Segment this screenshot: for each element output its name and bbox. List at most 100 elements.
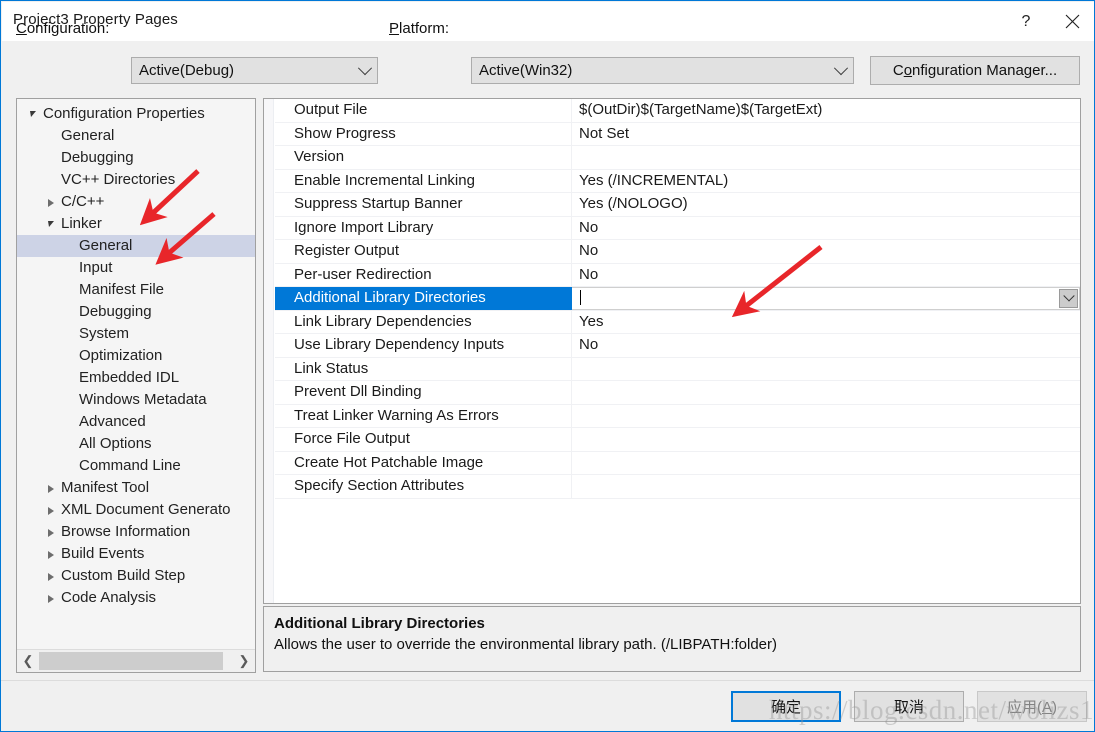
scrollbar-thumb[interactable] bbox=[39, 652, 223, 670]
property-name: Prevent Dll Binding bbox=[275, 381, 572, 404]
tree-item[interactable]: Optimization bbox=[17, 345, 255, 367]
property-row[interactable]: Prevent Dll Binding bbox=[275, 381, 1080, 405]
chevron-right-icon[interactable] bbox=[43, 521, 59, 543]
property-value bbox=[572, 452, 1080, 475]
property-row[interactable]: Link Library Dependencies Yes bbox=[275, 310, 1080, 334]
platform-value: Active(Win32) bbox=[479, 62, 573, 79]
properties-tree[interactable]: Configuration Properties General Debugging… bbox=[17, 103, 255, 649]
property-value bbox=[572, 405, 1080, 428]
description-title: Additional Library Directories bbox=[274, 615, 485, 632]
tree-item-label: Browse Information bbox=[61, 523, 191, 540]
property-name: Suppress Startup Banner bbox=[275, 193, 572, 216]
property-row[interactable]: Force File Output bbox=[275, 428, 1080, 452]
tree-item[interactable]: VC++ Directories bbox=[17, 169, 255, 191]
tree-item[interactable]: System bbox=[17, 323, 255, 345]
property-name: Version bbox=[275, 146, 572, 169]
tree-item[interactable]: Manifest File bbox=[17, 279, 255, 301]
tree-item-label: Configuration Properties bbox=[43, 105, 205, 122]
property-value-input[interactable] bbox=[572, 287, 1080, 310]
configuration-select[interactable]: Active(Debug) bbox=[131, 57, 378, 84]
tree-item[interactable]: Windows Metadata bbox=[17, 389, 255, 411]
chevron-down-icon[interactable] bbox=[25, 103, 41, 125]
property-name: Ignore Import Library bbox=[275, 216, 572, 239]
property-name: Additional Library Directories bbox=[275, 287, 572, 310]
property-row[interactable]: Per-user Redirection No bbox=[275, 263, 1080, 287]
tree-horizontal-scrollbar[interactable]: ❮ ❯ bbox=[17, 649, 255, 672]
property-row[interactable]: Ignore Import Library No bbox=[275, 216, 1080, 240]
property-row[interactable]: Additional Library Directories bbox=[275, 287, 1080, 311]
property-row[interactable]: Specify Section Attributes bbox=[275, 475, 1080, 499]
property-row[interactable]: Enable Incremental Linking Yes (/INCREMEN… bbox=[275, 169, 1080, 193]
property-row[interactable]: Output File $(OutDir)$(TargetName)$(Targe… bbox=[275, 99, 1080, 123]
configuration-value: Active(Debug) bbox=[139, 62, 235, 79]
tree-item-label: Debugging bbox=[79, 303, 152, 320]
scrollbar-track[interactable] bbox=[39, 650, 233, 672]
property-row[interactable]: Create Hot Patchable Image bbox=[275, 451, 1080, 475]
property-name: Link Status bbox=[275, 357, 572, 380]
tree-item[interactable]: Custom Build Step bbox=[17, 565, 255, 587]
chevron-right-icon[interactable] bbox=[43, 565, 59, 587]
property-row[interactable]: Link Status bbox=[275, 357, 1080, 381]
property-name: Treat Linker Warning As Errors bbox=[275, 404, 572, 427]
property-name: Per-user Redirection bbox=[275, 263, 572, 286]
property-row[interactable]: Treat Linker Warning As Errors bbox=[275, 404, 1080, 428]
tree-item-label: C/C++ bbox=[61, 193, 105, 210]
chevron-right-icon[interactable]: ❯ bbox=[233, 650, 255, 672]
tree-item-label: General bbox=[61, 127, 115, 144]
tree-item[interactable]: Input bbox=[17, 257, 255, 279]
cancel-button[interactable]: 取消 bbox=[854, 691, 964, 722]
property-row[interactable]: Suppress Startup Banner Yes (/NOLOGO) bbox=[275, 193, 1080, 217]
property-value: Yes (/INCREMENTAL) bbox=[579, 171, 729, 189]
tree-item[interactable]: Code Analysis bbox=[17, 587, 255, 609]
property-row[interactable]: Use Library Dependency Inputs No bbox=[275, 334, 1080, 358]
tree-item-label: Manifest File bbox=[79, 281, 165, 298]
chevron-right-icon[interactable] bbox=[43, 477, 59, 499]
property-row[interactable]: Register Output No bbox=[275, 240, 1080, 264]
close-icon[interactable] bbox=[1049, 2, 1094, 41]
tree-item[interactable]: Command Line bbox=[17, 455, 255, 477]
chevron-down-icon[interactable] bbox=[1059, 289, 1078, 308]
tree-item[interactable]: Advanced bbox=[17, 411, 255, 433]
ok-button-label: 确定 bbox=[770, 699, 801, 716]
tree-item[interactable]: Debugging bbox=[17, 301, 255, 323]
property-value bbox=[572, 358, 1080, 381]
property-row[interactable]: Show Progress Not Set bbox=[275, 122, 1080, 146]
property-value bbox=[572, 475, 1080, 498]
chevron-down-icon[interactable] bbox=[43, 213, 59, 235]
tree-item[interactable]: Browse Information bbox=[17, 521, 255, 543]
tree-item[interactable]: Configuration Properties bbox=[17, 103, 255, 125]
tree-item[interactable]: Debugging bbox=[17, 147, 255, 169]
tree-item[interactable]: All Options bbox=[17, 433, 255, 455]
ok-button[interactable]: 确定 bbox=[731, 691, 841, 722]
chevron-left-icon[interactable]: ❮ bbox=[17, 650, 39, 672]
tree-item[interactable]: Linker bbox=[17, 213, 255, 235]
property-name: Register Output bbox=[275, 240, 572, 263]
tree-item-label: Embedded IDL bbox=[79, 369, 180, 386]
tree-item[interactable]: General bbox=[17, 125, 255, 147]
property-row[interactable]: Version bbox=[275, 146, 1080, 170]
platform-select[interactable]: Active(Win32) bbox=[471, 57, 854, 84]
question-mark-icon[interactable]: ? bbox=[1003, 2, 1049, 41]
tree-item[interactable]: XML Document Generato bbox=[17, 499, 255, 521]
configuration-manager-button[interactable]: Configuration Manager... bbox=[870, 56, 1080, 85]
tree-item-label: System bbox=[79, 325, 130, 342]
chevron-right-icon[interactable] bbox=[43, 499, 59, 521]
tree-item-label: Debugging bbox=[61, 149, 134, 166]
property-name: Create Hot Patchable Image bbox=[275, 451, 572, 474]
tree-item[interactable]: Manifest Tool bbox=[17, 477, 255, 499]
chevron-right-icon[interactable] bbox=[43, 543, 59, 565]
tree-item[interactable]: Build Events bbox=[17, 543, 255, 565]
tree-item[interactable]: Embedded IDL bbox=[17, 367, 255, 389]
apply-button[interactable]: 应用(A) bbox=[977, 691, 1087, 722]
cancel-button-label: 取消 bbox=[893, 699, 924, 716]
chevron-right-icon[interactable] bbox=[43, 191, 59, 213]
property-name: Use Library Dependency Inputs bbox=[275, 334, 572, 357]
property-name: Show Progress bbox=[275, 122, 572, 145]
property-grid[interactable]: Output File $(OutDir)$(TargetName)$(Targe… bbox=[275, 99, 1080, 499]
property-value: No bbox=[579, 265, 599, 283]
chevron-right-icon[interactable] bbox=[43, 587, 59, 609]
configuration-label: Configuration: bbox=[16, 20, 110, 37]
tree-item[interactable]: General bbox=[17, 235, 255, 257]
property-value bbox=[572, 146, 1080, 169]
tree-item[interactable]: C/C++ bbox=[17, 191, 255, 213]
